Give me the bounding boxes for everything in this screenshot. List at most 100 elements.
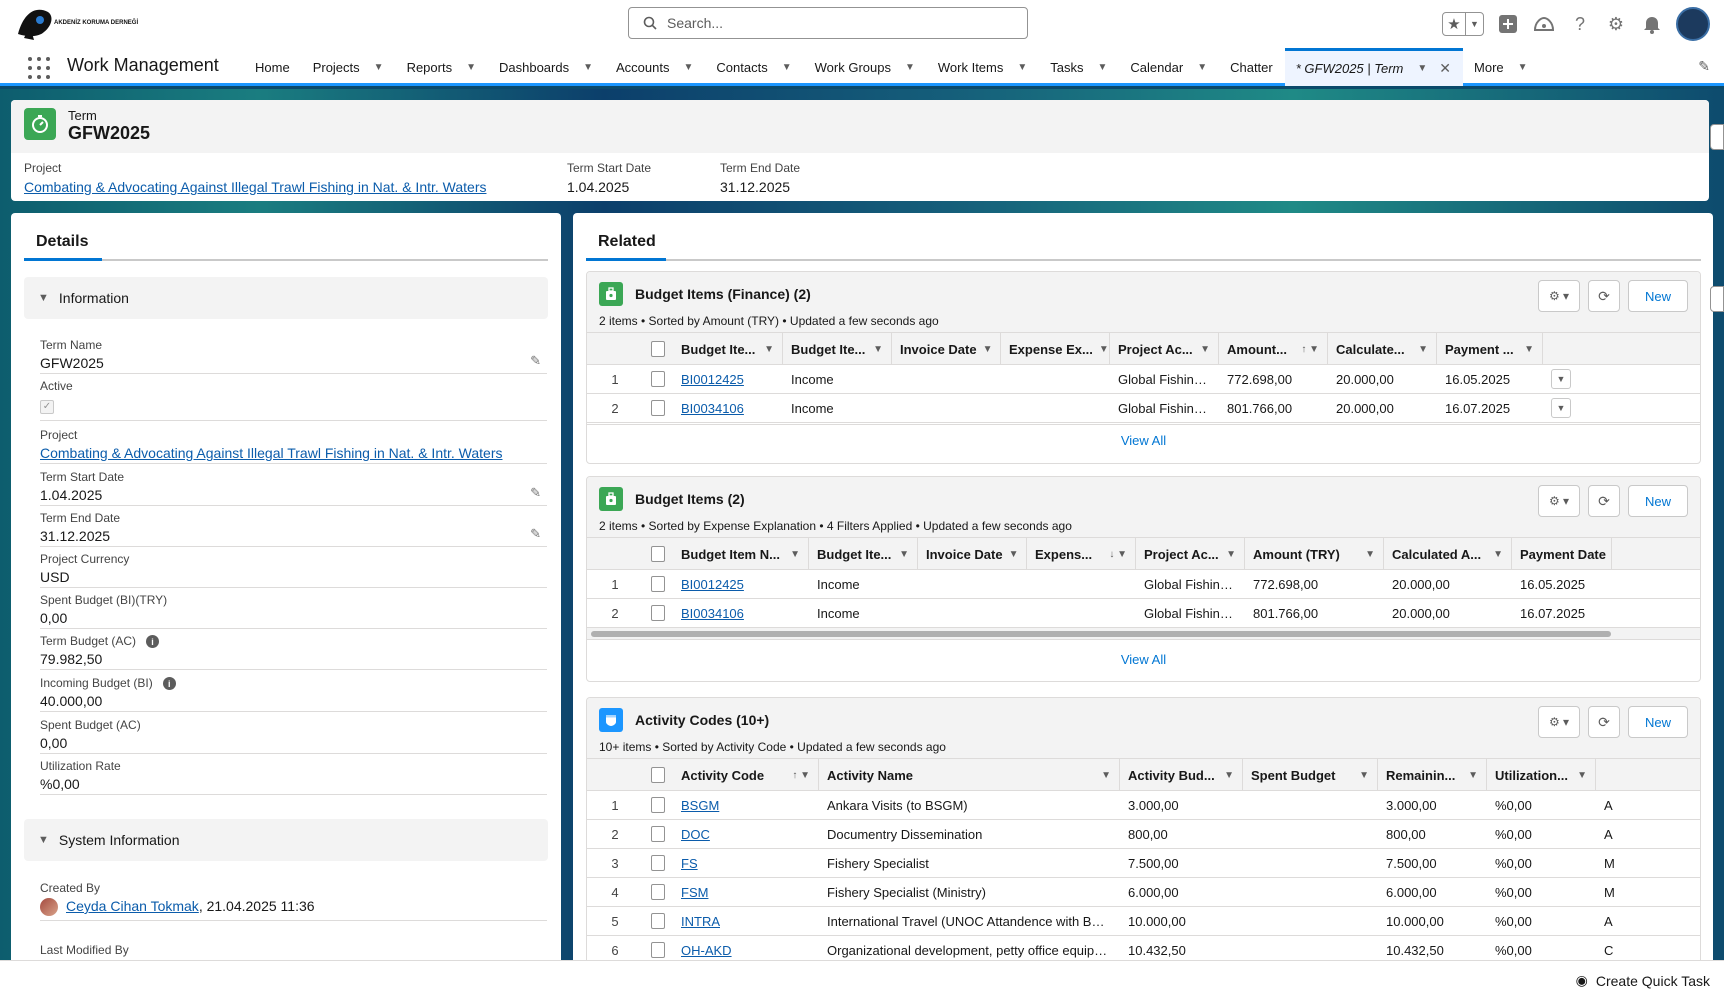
row-checkbox[interactable] xyxy=(651,884,665,900)
new-button[interactable]: New xyxy=(1628,706,1688,738)
column-header[interactable]: Invoice Date ▼ xyxy=(918,538,1027,570)
column-header[interactable]: Activity Code ↑ ▼ xyxy=(673,759,819,791)
card-title[interactable]: Budget Items (2) xyxy=(635,491,745,507)
nav-item-work-groups[interactable]: Work Groups ▼ xyxy=(804,48,927,86)
chevron-down-icon[interactable]: ▼ xyxy=(1101,770,1111,781)
nav-tab-active-record[interactable]: * GFW2025 | Term ▼ ✕ xyxy=(1284,48,1464,86)
row-checkbox[interactable] xyxy=(651,400,665,416)
new-button[interactable]: New xyxy=(1628,485,1688,517)
refresh-button[interactable]: ⟳ xyxy=(1588,280,1620,312)
record-link[interactable]: BI0012425 xyxy=(681,372,744,387)
chevron-down-icon[interactable]: ▼ xyxy=(684,62,694,73)
row-actions-dropdown-icon[interactable]: ▼ xyxy=(1551,398,1571,418)
column-header[interactable]: Budget Item N... ▼ xyxy=(673,538,809,570)
column-header[interactable]: Budget Ite... ▼ xyxy=(783,333,892,365)
column-header[interactable]: Calculate... ▼ xyxy=(1328,333,1437,365)
tab-details[interactable]: Details xyxy=(36,233,88,251)
nav-item-calendar[interactable]: Calendar ▼ xyxy=(1119,48,1219,86)
column-header[interactable]: Calculated A... ▼ xyxy=(1384,538,1512,570)
nav-item-home[interactable]: Home xyxy=(244,48,302,86)
chevron-down-icon[interactable]: ▼ xyxy=(1518,62,1528,73)
add-icon[interactable] xyxy=(1496,12,1520,36)
column-header[interactable]: Budget Ite... ▼ xyxy=(673,333,783,365)
row-checkbox[interactable] xyxy=(651,855,665,871)
created-by-user-link[interactable]: Ceyda Cihan Tokmak xyxy=(66,898,199,914)
star-icon[interactable]: ★ xyxy=(1443,13,1466,35)
card-title[interactable]: Budget Items (Finance) (2) xyxy=(635,286,811,302)
chevron-down-icon[interactable]: ▼ xyxy=(1099,344,1109,355)
chevron-down-icon[interactable]: ▼ xyxy=(873,344,883,355)
nav-item-contacts[interactable]: Contacts ▼ xyxy=(705,48,803,86)
close-icon[interactable]: ✕ xyxy=(1439,60,1451,77)
info-icon[interactable]: i xyxy=(162,677,176,691)
chevron-down-icon[interactable]: ▼ xyxy=(1009,549,1019,560)
nav-item-chatter[interactable]: Chatter xyxy=(1219,48,1285,86)
column-header[interactable]: Payment Date▼ xyxy=(1512,538,1612,570)
nav-item-accounts[interactable]: Accounts ▼ xyxy=(605,48,705,86)
list-settings-button[interactable]: ⚙ ▾ xyxy=(1538,706,1580,738)
utility-side-tab[interactable] xyxy=(1710,124,1724,150)
sort-arrow-icon[interactable]: ↓ ▼ xyxy=(1109,549,1127,560)
nav-item-tasks[interactable]: Tasks ▼ xyxy=(1039,48,1119,86)
chevron-down-icon[interactable]: ▼ xyxy=(905,62,915,73)
nav-item-work-items[interactable]: Work Items ▼ xyxy=(927,48,1039,86)
record-link[interactable]: INTRA xyxy=(681,914,720,929)
sort-arrow-icon[interactable]: ↑ ▼ xyxy=(1301,344,1319,355)
nav-item-reports[interactable]: Reports ▼ xyxy=(396,48,488,86)
org-logo[interactable]: AKDENİZ KORUMA DERNEĞİ xyxy=(14,4,138,44)
chevron-down-icon[interactable]: ▼ xyxy=(790,549,800,560)
view-all-link[interactable]: View All xyxy=(587,643,1700,675)
global-search-input[interactable]: Search... xyxy=(628,7,1028,39)
list-settings-button[interactable]: ⚙ ▾ xyxy=(1538,485,1580,517)
column-header[interactable]: Utilization... ▼ xyxy=(1487,759,1596,791)
chevron-down-icon[interactable]: ▼ xyxy=(1524,344,1534,355)
refresh-button[interactable]: ⟳ xyxy=(1588,706,1620,738)
chevron-down-icon[interactable]: ▼ xyxy=(1098,62,1108,73)
chevron-down-icon[interactable]: ▼ xyxy=(583,62,593,73)
chevron-down-icon[interactable]: ▼ xyxy=(1468,770,1478,781)
system-section-header[interactable]: ▼ System Information xyxy=(24,819,548,861)
row-checkbox[interactable] xyxy=(651,797,665,813)
pencil-icon[interactable]: ✎ xyxy=(530,353,541,369)
chevron-down-icon[interactable]: ▼ xyxy=(983,344,993,355)
nav-item-projects[interactable]: Projects ▼ xyxy=(302,48,396,86)
pencil-icon[interactable]: ✎ xyxy=(530,485,541,501)
row-checkbox[interactable] xyxy=(651,826,665,842)
bell-icon[interactable] xyxy=(1640,12,1664,36)
chevron-down-icon[interactable]: ▼ xyxy=(466,62,476,73)
trailhead-icon[interactable] xyxy=(1532,12,1556,36)
chevron-down-icon[interactable]: ▼ xyxy=(1200,344,1210,355)
card-title[interactable]: Activity Codes (10+) xyxy=(635,712,769,728)
record-link[interactable]: FSM xyxy=(681,885,708,900)
column-header[interactable]: Amount (TRY) ▼ xyxy=(1245,538,1384,570)
row-checkbox[interactable] xyxy=(651,371,665,387)
info-icon[interactable]: i xyxy=(146,635,160,649)
help-icon[interactable]: ? xyxy=(1568,12,1592,36)
scrollbar-thumb[interactable] xyxy=(591,631,1611,637)
app-launcher-icon[interactable] xyxy=(28,57,50,79)
chevron-down-icon[interactable]: ▼ xyxy=(1466,13,1483,35)
column-header[interactable]: Project Ac... ▼ xyxy=(1110,333,1219,365)
column-header[interactable]: Activity Bud... ▼ xyxy=(1120,759,1243,791)
chevron-down-icon[interactable]: ▼ xyxy=(374,62,384,73)
row-checkbox[interactable] xyxy=(651,605,665,621)
column-header[interactable]: Amount... ↑ ▼ xyxy=(1219,333,1328,365)
nav-item-more[interactable]: More ▼ xyxy=(1463,48,1540,86)
record-link[interactable]: BI0012425 xyxy=(681,577,744,592)
header-project-link[interactable]: Combating & Advocating Against Illegal T… xyxy=(24,179,486,195)
row-checkbox[interactable] xyxy=(651,576,665,592)
select-all-checkbox[interactable] xyxy=(651,767,665,783)
tab-related[interactable]: Related xyxy=(598,233,656,251)
view-all-link[interactable]: View All xyxy=(587,424,1700,456)
column-header[interactable]: Payment ... ▼ xyxy=(1437,333,1543,365)
chevron-down-icon[interactable]: ▼ xyxy=(1493,549,1503,560)
refresh-button[interactable]: ⟳ xyxy=(1588,485,1620,517)
chevron-down-icon[interactable]: ▼ xyxy=(1359,770,1369,781)
record-link[interactable]: BI0034106 xyxy=(681,401,744,416)
column-header[interactable]: Budget Ite... ▼ xyxy=(809,538,918,570)
list-settings-button[interactable]: ⚙ ▾ xyxy=(1538,280,1580,312)
column-header[interactable]: Expense Ex... ▼ xyxy=(1001,333,1110,365)
record-link[interactable]: BSGM xyxy=(681,798,719,813)
user-avatar[interactable] xyxy=(1676,7,1710,41)
chevron-down-icon[interactable]: ▼ xyxy=(1226,549,1236,560)
